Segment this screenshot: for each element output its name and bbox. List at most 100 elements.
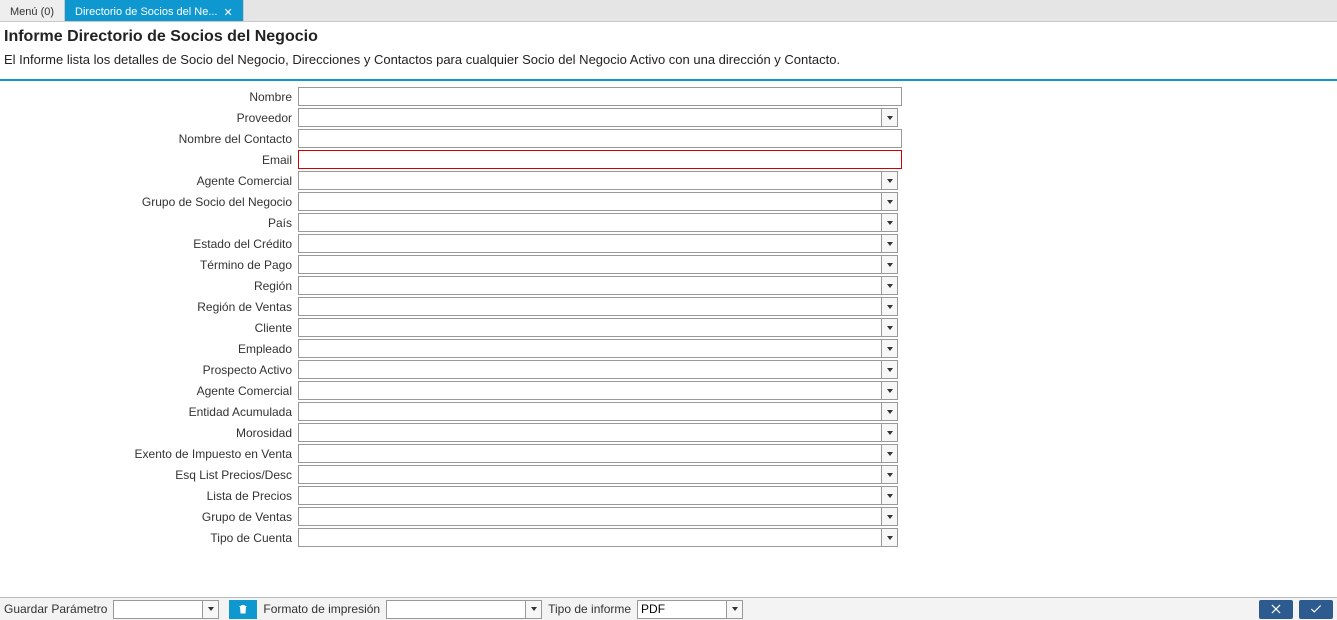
field-input-wrap	[298, 87, 902, 106]
field-input-wrap	[298, 444, 898, 463]
field-input[interactable]	[298, 87, 902, 106]
form-scroll-container[interactable]: Nombre Proveedor Nombre del Contacto Email A…	[0, 81, 1337, 597]
field-label: Proveedor	[0, 111, 298, 125]
print-format-input[interactable]	[386, 600, 526, 619]
report-type-input[interactable]	[637, 600, 727, 619]
chevron-down-icon[interactable]	[882, 255, 898, 274]
chevron-down-icon[interactable]	[882, 318, 898, 337]
report-type-dropdown-button[interactable]	[727, 600, 743, 619]
field-input-wrap	[298, 213, 898, 232]
field-input-wrap	[298, 108, 898, 127]
field-label: Grupo de Socio del Negocio	[0, 195, 298, 209]
field-input[interactable]	[298, 255, 882, 274]
field-input[interactable]	[298, 192, 882, 211]
check-icon	[1309, 602, 1323, 616]
chevron-down-icon[interactable]	[882, 360, 898, 379]
field-row: Empleado	[0, 339, 1337, 358]
tab-active-label: Directorio de Socios del Ne...	[75, 6, 217, 18]
field-input[interactable]	[298, 507, 882, 526]
chevron-down-icon[interactable]	[882, 234, 898, 253]
field-input[interactable]	[298, 486, 882, 505]
chevron-down-icon[interactable]	[882, 381, 898, 400]
field-input-wrap	[298, 297, 898, 316]
field-row: Proveedor	[0, 108, 1337, 127]
chevron-down-icon[interactable]	[882, 192, 898, 211]
field-row: Estado del Crédito	[0, 234, 1337, 253]
save-parameter-input[interactable]	[113, 600, 203, 619]
field-input[interactable]	[298, 129, 902, 148]
field-input[interactable]	[298, 528, 882, 547]
delete-parameter-button[interactable]	[229, 600, 257, 619]
field-input[interactable]	[298, 318, 882, 337]
field-input[interactable]	[298, 360, 882, 379]
field-input-wrap	[298, 318, 898, 337]
field-label: Morosidad	[0, 426, 298, 440]
field-input[interactable]	[298, 465, 882, 484]
field-label: Tipo de Cuenta	[0, 531, 298, 545]
chevron-down-icon[interactable]	[882, 465, 898, 484]
field-input-wrap	[298, 150, 902, 169]
field-row: Grupo de Socio del Negocio	[0, 192, 1337, 211]
field-row: País	[0, 213, 1337, 232]
cancel-button[interactable]	[1259, 600, 1293, 619]
field-input[interactable]	[298, 213, 882, 232]
trash-icon	[237, 603, 249, 615]
field-input[interactable]	[298, 381, 882, 400]
field-input[interactable]	[298, 297, 882, 316]
close-icon[interactable]: ✕	[223, 6, 232, 19]
field-input[interactable]	[298, 402, 882, 421]
field-label: Región de Ventas	[0, 300, 298, 314]
footer-toolbar: Guardar Parámetro Formato de impresión T…	[0, 597, 1337, 620]
print-format-dropdown-button[interactable]	[526, 600, 542, 619]
field-input-wrap	[298, 255, 898, 274]
field-label: Estado del Crédito	[0, 237, 298, 251]
field-label: Agente Comercial	[0, 384, 298, 398]
field-input-wrap	[298, 528, 898, 547]
tab-menu[interactable]: Menú (0)	[0, 0, 65, 21]
field-input-wrap	[298, 129, 902, 148]
page-description: El Informe lista los detalles de Socio d…	[0, 48, 1337, 81]
field-label: País	[0, 216, 298, 230]
field-label: Lista de Precios	[0, 489, 298, 503]
chevron-down-icon[interactable]	[882, 507, 898, 526]
field-input[interactable]	[298, 423, 882, 442]
field-input[interactable]	[298, 444, 882, 463]
field-input[interactable]	[298, 171, 882, 190]
field-label: Nombre	[0, 90, 298, 104]
top-tab-bar: Menú (0) Directorio de Socios del Ne... …	[0, 0, 1337, 22]
chevron-down-icon[interactable]	[882, 171, 898, 190]
tab-active-report[interactable]: Directorio de Socios del Ne... ✕	[65, 0, 244, 21]
chevron-down-icon[interactable]	[882, 108, 898, 127]
field-input[interactable]	[298, 234, 882, 253]
field-input-wrap	[298, 465, 898, 484]
save-parameter-dropdown-button[interactable]	[203, 600, 219, 619]
chevron-down-icon[interactable]	[882, 444, 898, 463]
chevron-down-icon[interactable]	[882, 339, 898, 358]
chevron-down-icon[interactable]	[882, 276, 898, 295]
ok-button[interactable]	[1299, 600, 1333, 619]
field-row: Agente Comercial	[0, 171, 1337, 190]
field-row: Región	[0, 276, 1337, 295]
field-row: Cliente	[0, 318, 1337, 337]
field-row: Nombre del Contacto	[0, 129, 1337, 148]
close-icon	[1269, 602, 1283, 616]
chevron-down-icon[interactable]	[882, 297, 898, 316]
field-input-wrap	[298, 339, 898, 358]
field-label: Nombre del Contacto	[0, 132, 298, 146]
field-input[interactable]	[298, 150, 902, 169]
field-row: Email	[0, 150, 1337, 169]
chevron-down-icon[interactable]	[882, 423, 898, 442]
field-input[interactable]	[298, 339, 882, 358]
chevron-down-icon[interactable]	[882, 402, 898, 421]
field-label: Grupo de Ventas	[0, 510, 298, 524]
field-row: Exento de Impuesto en Venta	[0, 444, 1337, 463]
field-label: Región	[0, 279, 298, 293]
field-input[interactable]	[298, 108, 882, 127]
field-row: Morosidad	[0, 423, 1337, 442]
chevron-down-icon[interactable]	[882, 528, 898, 547]
chevron-down-icon[interactable]	[882, 213, 898, 232]
field-input[interactable]	[298, 276, 882, 295]
field-input-wrap	[298, 381, 898, 400]
chevron-down-icon[interactable]	[882, 486, 898, 505]
field-input-wrap	[298, 507, 898, 526]
